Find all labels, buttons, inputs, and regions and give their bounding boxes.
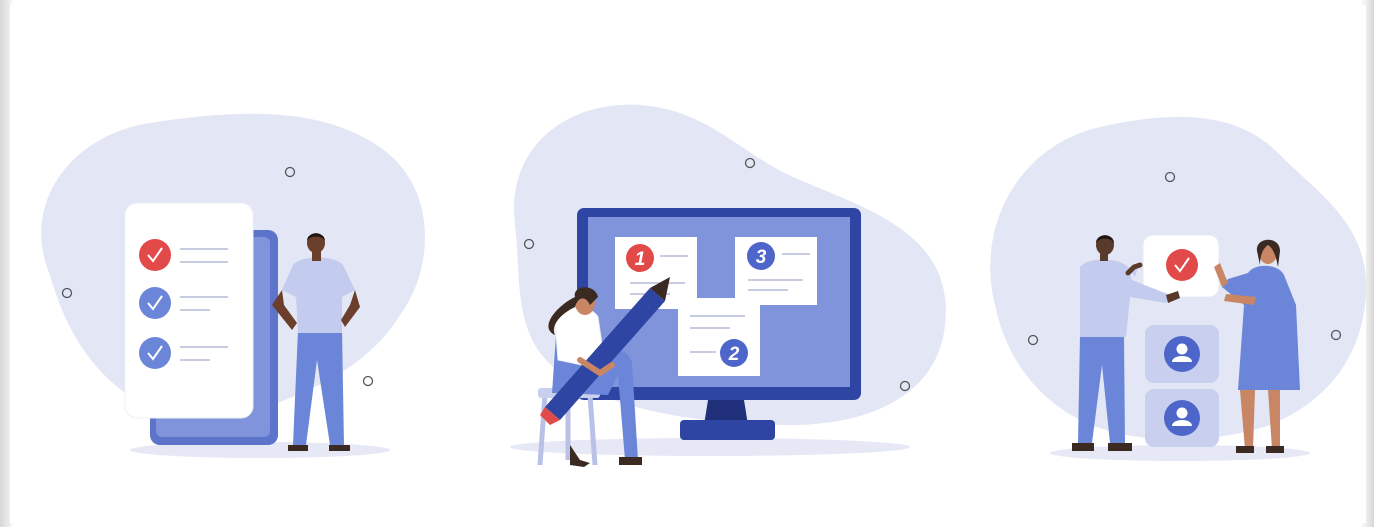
decor-circle xyxy=(362,375,374,387)
selected-card xyxy=(1142,234,1220,298)
sticky-note-2: 2 xyxy=(678,298,760,376)
note-number: 2 xyxy=(728,344,740,365)
sticky-note-3: 3 xyxy=(735,237,817,305)
check-icon xyxy=(139,239,171,271)
team-selection-scene xyxy=(990,116,1366,461)
note-number: 1 xyxy=(635,249,646,270)
check-icon xyxy=(1166,249,1198,281)
note-number: 3 xyxy=(756,247,767,268)
profile-card-1 xyxy=(1145,325,1219,383)
check-icon xyxy=(139,337,171,369)
illustration-canvas: 1 3 2 xyxy=(10,5,1366,523)
monitor-notes-scene: 1 3 2 xyxy=(510,104,946,467)
image-frame: 1 3 2 xyxy=(0,0,1374,527)
illustration: 1 3 2 xyxy=(41,104,1366,467)
monitor-base xyxy=(680,420,775,440)
checklist-scene xyxy=(41,113,425,458)
profile-card-2 xyxy=(1145,389,1219,447)
check-icon xyxy=(139,287,171,319)
